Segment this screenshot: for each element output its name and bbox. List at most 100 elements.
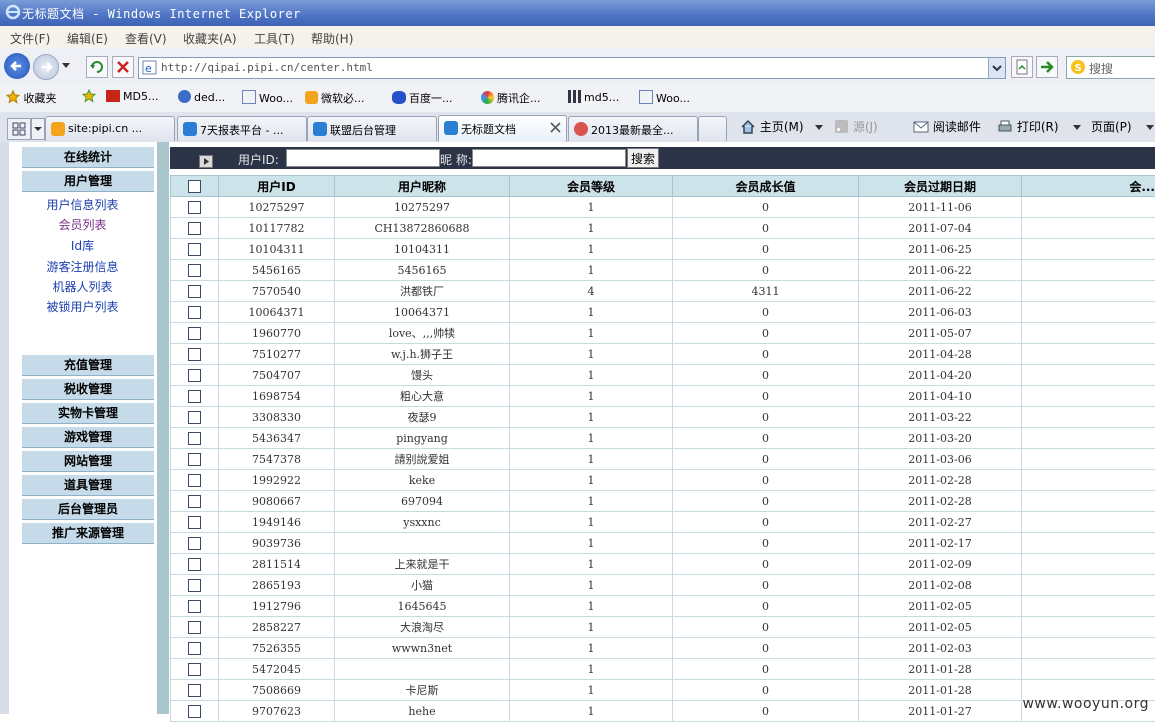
sidebar-game[interactable]: 游戏管理 xyxy=(22,426,154,448)
cell-growth-value: 0 xyxy=(673,407,859,428)
sidebar-physical-card[interactable]: 实物卡管理 xyxy=(22,402,154,424)
row-checkbox[interactable] xyxy=(188,516,201,529)
link-robot-list[interactable]: 机器人列表 xyxy=(10,278,155,295)
uid-input[interactable] xyxy=(286,149,440,167)
fav-item-8[interactable]: Woo... xyxy=(639,90,690,105)
tab-untitled-document[interactable]: 无标题文档 xyxy=(438,115,567,142)
tab-close-icon[interactable] xyxy=(550,122,561,133)
row-checkbox[interactable] xyxy=(188,453,201,466)
search-box[interactable]: S 搜搜 xyxy=(1066,56,1155,79)
search-button[interactable]: 搜索 xyxy=(627,148,659,168)
quick-tabs-button[interactable] xyxy=(7,118,31,140)
sidebar-admins[interactable]: 后台管理员 xyxy=(22,498,154,520)
tab-alliance-admin[interactable]: 联盟后台管理 xyxy=(307,116,437,141)
fav-item-2[interactable]: ded... xyxy=(178,90,225,104)
back-button[interactable] xyxy=(4,53,30,79)
menu-view[interactable]: 查看(V) xyxy=(125,30,167,47)
nickname-input[interactable] xyxy=(472,149,626,167)
new-tab-button[interactable] xyxy=(698,116,727,141)
print-button[interactable]: 打印(R) xyxy=(997,118,1059,135)
link-member-list[interactable]: 会员列表 xyxy=(10,216,155,233)
sidebar-user-management[interactable]: 用户管理 xyxy=(22,170,154,192)
row-checkbox[interactable] xyxy=(188,705,201,718)
toggle-button[interactable] xyxy=(199,155,213,168)
compatibility-button[interactable] xyxy=(1011,56,1033,78)
row-checkbox[interactable] xyxy=(188,642,201,655)
fav-item-4[interactable]: 微软必... xyxy=(305,90,365,106)
history-dropdown-icon[interactable] xyxy=(61,62,71,70)
forward-button[interactable] xyxy=(33,54,59,80)
home-dropdown-icon[interactable] xyxy=(815,125,823,131)
row-checkbox[interactable] xyxy=(188,474,201,487)
fav-item-1[interactable]: MD5... xyxy=(106,90,158,103)
refresh-button[interactable] xyxy=(86,56,108,78)
row-checkbox[interactable] xyxy=(188,201,201,214)
address-bar[interactable]: e http://qipai.pipi.cn/center.html xyxy=(138,57,1006,79)
feeds-button[interactable]: 源(J) xyxy=(834,118,878,135)
cell-expiry-date: 2011-06-25 xyxy=(859,239,1022,260)
row-checkbox[interactable] xyxy=(188,663,201,676)
tab-list-button[interactable] xyxy=(31,118,45,140)
col-user-id[interactable]: 用户ID xyxy=(219,176,335,197)
tab-2013-latest[interactable]: 2013最新最全... xyxy=(568,116,698,141)
col-member-level[interactable]: 会员等级 xyxy=(510,176,673,197)
row-checkbox[interactable] xyxy=(188,537,201,550)
read-mail-button[interactable]: 阅读邮件 xyxy=(913,118,981,135)
home-button[interactable]: 主页(M) xyxy=(740,118,804,135)
menu-help[interactable]: 帮助(H) xyxy=(311,30,353,47)
link-guest-registration[interactable]: 游客注册信息 xyxy=(10,258,155,275)
row-checkbox[interactable] xyxy=(188,306,201,319)
row-checkbox[interactable] xyxy=(188,348,201,361)
row-checkbox[interactable] xyxy=(188,327,201,340)
print-dropdown-icon[interactable] xyxy=(1073,125,1081,131)
row-checkbox[interactable] xyxy=(188,600,201,613)
link-id-library[interactable]: Id库 xyxy=(10,237,155,254)
fav-item-5[interactable]: 百度一... xyxy=(392,90,453,106)
stop-button[interactable] xyxy=(112,56,134,78)
select-all-checkbox[interactable] xyxy=(188,180,201,193)
col-expiry-date[interactable]: 会员过期日期 xyxy=(859,176,1022,197)
page-dropdown-icon[interactable] xyxy=(1146,125,1154,131)
sidebar-tax[interactable]: 税收管理 xyxy=(22,378,154,400)
add-favorite-icon[interactable] xyxy=(82,89,98,105)
tab-site-search[interactable]: site:pipi.cn ... xyxy=(45,116,175,141)
row-checkbox[interactable] xyxy=(188,285,201,298)
row-checkbox[interactable] xyxy=(188,684,201,697)
home-icon xyxy=(740,119,756,134)
row-checkbox[interactable] xyxy=(188,264,201,277)
col-growth-value[interactable]: 会员成长值 xyxy=(673,176,859,197)
col-nickname[interactable]: 用户昵称 xyxy=(335,176,510,197)
row-checkbox[interactable] xyxy=(188,411,201,424)
main-content: 用户ID: 昵 称: 搜索 用户ID 用户昵称 会员等级 会员成长值 会员过期日… xyxy=(170,147,1155,714)
address-dropdown-button[interactable] xyxy=(988,58,1005,78)
favorites-button[interactable]: 收藏夹 xyxy=(6,90,57,106)
row-checkbox[interactable] xyxy=(188,369,201,382)
tab-report-platform[interactable]: 7天报表平台 - ... xyxy=(177,116,307,141)
go-button[interactable] xyxy=(1036,56,1058,78)
fav-item-6[interactable]: 腾讯企... xyxy=(481,90,541,106)
fav-item-3[interactable]: Woo... xyxy=(242,90,293,105)
sidebar-recharge[interactable]: 充值管理 xyxy=(22,354,154,376)
link-user-info-list[interactable]: 用户信息列表 xyxy=(10,196,155,213)
menu-edit[interactable]: 编辑(E) xyxy=(67,30,108,47)
sidebar-website[interactable]: 网站管理 xyxy=(22,450,154,472)
row-checkbox[interactable] xyxy=(188,222,201,235)
row-checkbox[interactable] xyxy=(188,243,201,256)
row-checkbox[interactable] xyxy=(188,390,201,403)
row-checkbox[interactable] xyxy=(188,432,201,445)
page-menu-button[interactable]: 页面(P) xyxy=(1091,118,1132,135)
fav-item-7[interactable]: md5... xyxy=(568,90,619,104)
sidebar-online-stats[interactable]: 在线统计 xyxy=(22,146,154,168)
menu-tools[interactable]: 工具(T) xyxy=(254,30,295,47)
row-checkbox[interactable] xyxy=(188,579,201,592)
sidebar-items[interactable]: 道具管理 xyxy=(22,474,154,496)
menu-favorites[interactable]: 收藏夹(A) xyxy=(183,30,237,47)
link-locked-users[interactable]: 被锁用户列表 xyxy=(10,298,155,315)
col-truncated[interactable]: 会... xyxy=(1022,176,1155,197)
row-checkbox[interactable] xyxy=(188,495,201,508)
row-checkbox[interactable] xyxy=(188,558,201,571)
menu-file[interactable]: 文件(F) xyxy=(10,30,50,47)
row-checkbox[interactable] xyxy=(188,621,201,634)
frame-divider[interactable] xyxy=(157,142,169,714)
sidebar-promotion-source[interactable]: 推广来源管理 xyxy=(22,522,154,544)
